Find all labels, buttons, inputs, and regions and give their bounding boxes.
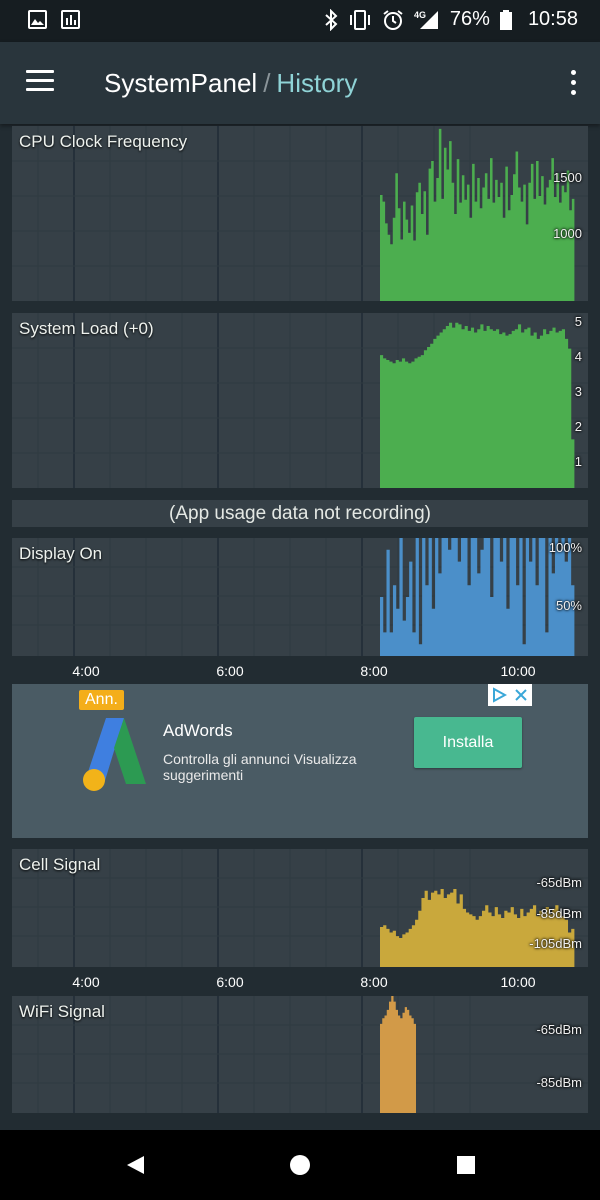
cpu-series-area — [380, 128, 575, 301]
vibrate-icon — [349, 9, 370, 30]
ad-description: Controlla gli annunci Visualizza suggeri… — [163, 751, 357, 783]
bluetooth-icon — [325, 8, 338, 31]
clock: 10:58 — [527, 8, 578, 30]
title-separator: / — [263, 68, 271, 98]
cell-signal-chart: Cell Signal -65dBm -85dBm -105dBm — [12, 849, 588, 967]
wifi-series-area — [380, 996, 416, 1113]
back-icon[interactable] — [124, 1154, 146, 1176]
y-axis-label: 1000 — [553, 226, 582, 241]
time-tick: 4:00 — [72, 974, 100, 990]
y-axis-label: -85dBm — [536, 1075, 582, 1090]
y-axis-label: 100% — [548, 540, 582, 555]
y-axis-label: 5 — [574, 314, 582, 329]
cell-series-area — [380, 888, 575, 967]
alarm-icon — [383, 9, 403, 30]
time-tick: 4:00 — [72, 663, 100, 679]
y-axis-label: -65dBm — [536, 1022, 582, 1037]
chart-title: Cell Signal — [19, 855, 101, 874]
time-tick: 6:00 — [216, 663, 244, 679]
system-load-chart: System Load (+0) 5 4 3 2 1 — [12, 313, 588, 488]
battery-icon — [499, 9, 512, 30]
ad-badge: Ann. — [79, 690, 124, 710]
signal-4g-icon: 4G — [414, 10, 438, 29]
bar-chart-icon — [61, 10, 80, 29]
chart-title: System Load (+0) — [19, 319, 154, 338]
install-button[interactable]: Installa — [414, 717, 522, 768]
page-subtitle: History — [276, 68, 358, 98]
cpu-frequency-chart: CPU Clock Frequency 1500 1000 — [12, 126, 588, 301]
y-axis-label: 3 — [574, 384, 582, 399]
overflow-menu-icon[interactable] — [568, 70, 578, 96]
menu-icon[interactable] — [26, 70, 56, 94]
time-tick: 10:00 — [500, 663, 536, 679]
chart-title: Display On — [19, 544, 103, 563]
system-load-plot — [12, 313, 588, 488]
image-icon — [28, 10, 47, 29]
chart-title: WiFi Signal — [19, 1002, 105, 1021]
time-axis: 4:00 6:00 8:00 10:00 — [12, 970, 588, 994]
status-bar: 4G 76% 10:58 — [0, 0, 600, 42]
app-bar: SystemPanel / History — [0, 42, 600, 124]
cpu-frequency-plot — [12, 126, 588, 301]
ad-info-icon[interactable] — [488, 684, 510, 706]
y-axis-label: -85dBm — [536, 906, 582, 921]
navigation-bar — [0, 1130, 600, 1200]
wifi-signal-chart: WiFi Signal -65dBm -85dBm — [12, 996, 588, 1113]
time-axis: 4:00 6:00 8:00 10:00 — [12, 659, 588, 683]
y-axis-label: -65dBm — [536, 875, 582, 890]
time-tick: 10:00 — [500, 974, 536, 990]
ad-choices[interactable] — [488, 684, 532, 706]
close-icon[interactable] — [510, 684, 532, 706]
ad-title: AdWords — [163, 721, 233, 740]
battery-percent: 76% — [449, 8, 490, 30]
y-axis-label: 50% — [555, 598, 582, 613]
time-tick: 8:00 — [360, 663, 388, 679]
time-tick: 6:00 — [216, 974, 244, 990]
recents-icon[interactable] — [455, 1154, 477, 1176]
y-axis-label: 2 — [574, 419, 582, 434]
chart-title: CPU Clock Frequency — [19, 132, 188, 151]
page-title: SystemPanel / History — [104, 68, 357, 99]
svg-text:4G: 4G — [414, 10, 426, 20]
home-icon[interactable] — [289, 1154, 311, 1176]
y-axis-label: -105dBm — [529, 936, 582, 951]
y-axis-label: 1 — [574, 454, 582, 469]
app-usage-notice: (App usage data not recording) — [12, 500, 588, 527]
app-title: SystemPanel — [104, 68, 258, 98]
display-on-chart: Display On 100% 50% — [12, 538, 588, 656]
y-axis-label: 4 — [574, 349, 582, 364]
adwords-logo-icon — [80, 714, 150, 799]
time-tick: 8:00 — [360, 974, 388, 990]
ad-banner[interactable]: Ann. AdWords Controlla gli annunci Visua… — [12, 684, 588, 838]
y-axis-label: 1500 — [553, 170, 582, 185]
display-series-area — [380, 538, 575, 656]
